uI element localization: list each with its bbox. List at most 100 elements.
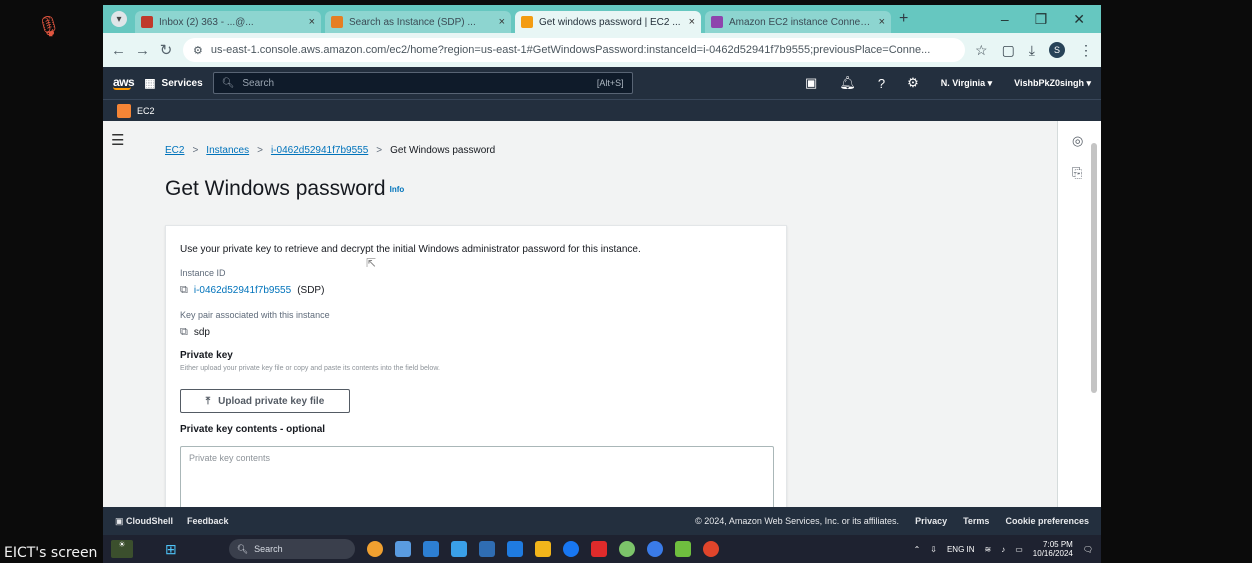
- reload-icon[interactable]: ↻: [159, 41, 173, 59]
- notifications-bell-icon[interactable]: 🔔︎: [839, 75, 856, 91]
- close-icon[interactable]: ×: [879, 16, 885, 28]
- notification-icon[interactable]: 🗨︎: [1083, 545, 1093, 554]
- chevron-right-icon: >: [257, 145, 263, 156]
- close-window-icon[interactable]: ✕: [1073, 11, 1085, 28]
- weather-widget[interactable]: ☀: [111, 540, 133, 558]
- copy-icon[interactable]: ⧉: [180, 326, 188, 339]
- tab-inbox[interactable]: Inbox (2) 363 - ...@... ×: [135, 11, 321, 33]
- aws-search-input[interactable]: 🔍︎ Search [Alt+S]: [212, 72, 633, 94]
- tab-strip: ▾ Inbox (2) 363 - ...@... × Search as In…: [103, 5, 1101, 33]
- language-indicator[interactable]: ENG IN: [947, 545, 975, 554]
- key-pair-value: ⧉ sdp: [180, 326, 210, 339]
- copy-icon[interactable]: ⧉: [180, 284, 188, 297]
- browser-window: ▾ Inbox (2) 363 - ...@... × Search as In…: [103, 5, 1101, 535]
- breadcrumb-current: Get Windows password: [390, 145, 496, 156]
- cloudshell-icon[interactable]: ▣: [805, 75, 817, 91]
- url-input[interactable]: ⚙ us-east-1.console.aws.amazon.com/ec2/h…: [183, 38, 965, 62]
- private-key-label: Private key: [180, 350, 233, 361]
- privacy-link[interactable]: Privacy: [915, 516, 947, 526]
- cloudshell-button[interactable]: ▣ CloudShell: [115, 516, 173, 527]
- aws-icon: [521, 16, 533, 28]
- windows-start-icon[interactable]: ⊞: [165, 541, 177, 558]
- volume-icon[interactable]: ♪: [1001, 545, 1005, 554]
- help-icon[interactable]: ?: [878, 76, 885, 91]
- tab-ec2-instance-connect[interactable]: Amazon EC2 instance Connec... ×: [705, 11, 891, 33]
- system-tray: ⌃ ⇩ ENG IN ≋ ♪ ▭ 7:05 PM 10/16/2024 🗨︎: [914, 540, 1093, 558]
- close-icon[interactable]: ×: [689, 16, 695, 28]
- taskbar-search[interactable]: 🔍︎ Search: [228, 539, 355, 559]
- site-info-icon[interactable]: ⚙: [193, 44, 203, 57]
- account-menu[interactable]: VishbPkZ0singh ▾: [1014, 78, 1091, 89]
- taskbar-app-icon[interactable]: [366, 541, 383, 557]
- bookmark-star-icon[interactable]: ☆: [975, 42, 988, 59]
- browser-more-icon[interactable]: ⋮: [1079, 42, 1093, 59]
- drive-icon[interactable]: ⇩: [930, 545, 937, 554]
- gmail-icon: [141, 16, 153, 28]
- wifi-icon[interactable]: ≋: [985, 545, 992, 554]
- upload-icon: ⤒: [205, 395, 211, 407]
- taskbar-app-icon[interactable]: [674, 541, 691, 557]
- aws-icon: [331, 16, 343, 28]
- aws-logo[interactable]: aws: [113, 76, 135, 90]
- key-pair-label: Key pair associated with this instance: [180, 310, 330, 320]
- breadcrumb-instance-id[interactable]: i-0462d52941f7b9555: [271, 145, 368, 156]
- upload-private-key-button[interactable]: ⤒ Upload private key file: [180, 389, 350, 413]
- chrome-icon[interactable]: [618, 541, 635, 557]
- taskbar-app-icon[interactable]: [478, 541, 495, 557]
- profile-avatar[interactable]: S: [1049, 42, 1065, 58]
- info-panel-icon[interactable]: ◎: [1072, 133, 1083, 149]
- info-link[interactable]: Info: [390, 185, 405, 194]
- forward-icon[interactable]: →: [135, 42, 150, 59]
- browser-menu-icon[interactable]: ▾: [111, 11, 127, 27]
- battery-icon[interactable]: ▭: [1015, 545, 1023, 554]
- taskbar-app-icon[interactable]: [506, 541, 523, 557]
- minimize-icon[interactable]: –: [1001, 11, 1009, 28]
- back-icon[interactable]: ←: [111, 42, 126, 59]
- service-shortcut-ec2[interactable]: EC2: [137, 106, 155, 116]
- services-menu[interactable]: ▦ Services: [144, 76, 203, 90]
- private-key-hint: Either upload your private key file or c…: [180, 365, 440, 372]
- ec2-service-icon[interactable]: [117, 103, 131, 118]
- clock[interactable]: 7:05 PM 10/16/2024: [1033, 540, 1073, 558]
- terms-link[interactable]: Terms: [963, 516, 989, 526]
- notes-icon[interactable]: ⎘: [1072, 165, 1082, 181]
- taskbar-mail-icon[interactable]: [450, 541, 467, 557]
- taskbar-app-icon[interactable]: [702, 541, 719, 557]
- breadcrumb-instances[interactable]: Instances: [206, 145, 249, 156]
- windows-taskbar: ☀ ⊞ 🔍︎ Search ⌃ ⇩ ENG IN ≋ ♪ ▭ 7:05 PM 1…: [103, 535, 1101, 563]
- file-explorer-icon[interactable]: [534, 541, 551, 557]
- private-key-contents-label: Private key contents - optional: [180, 424, 326, 435]
- search-icon: 🔍︎: [221, 77, 235, 89]
- hamburger-menu-icon[interactable]: ☰: [111, 131, 124, 149]
- chevron-right-icon: >: [192, 145, 199, 156]
- settings-gear-icon[interactable]: ⚙: [907, 75, 919, 91]
- close-icon[interactable]: ×: [499, 16, 505, 28]
- tab-search-instance[interactable]: Search as Instance (SDP) ... ×: [325, 11, 511, 33]
- youtube-icon[interactable]: [590, 541, 607, 557]
- right-rail: ◎ ⎘: [1057, 121, 1101, 507]
- mouse-cursor-icon: ⇱: [366, 256, 377, 270]
- cloudshell-icon: ▣: [115, 515, 124, 526]
- feedback-link[interactable]: Feedback: [187, 516, 229, 526]
- download-icon[interactable]: ⤓: [1029, 42, 1035, 59]
- private-key-contents-input[interactable]: Private key contents: [180, 446, 774, 516]
- address-bar-row: ← → ↻ ⚙ us-east-1.console.aws.amazon.com…: [103, 33, 1101, 67]
- cookie-preferences-link[interactable]: Cookie preferences: [1005, 516, 1089, 526]
- close-icon[interactable]: ×: [309, 16, 315, 28]
- taskbar-app-icon[interactable]: [422, 541, 439, 557]
- instance-id-link[interactable]: i-0462d52941f7b9555: [194, 285, 291, 296]
- maximize-icon[interactable]: ❐: [1035, 11, 1048, 28]
- taskbar-app-icon[interactable]: [646, 541, 663, 557]
- chevron-right-icon: >: [376, 145, 383, 156]
- tab-get-windows-password[interactable]: Get windows password | EC2 ... ×: [515, 11, 701, 33]
- region-selector[interactable]: N. Virginia ▾: [941, 78, 992, 89]
- chevron-up-icon[interactable]: ⌃: [914, 545, 921, 554]
- scrollbar[interactable]: [1091, 143, 1097, 393]
- facebook-icon[interactable]: [562, 541, 579, 557]
- extensions-icon[interactable]: ▢: [1002, 42, 1015, 59]
- aws-top-nav: aws ▦ Services 🔍︎ Search [Alt+S] ▣ 🔔︎ ? …: [103, 67, 1101, 99]
- taskbar-app-icon[interactable]: [394, 541, 411, 557]
- search-icon: 🔍︎: [236, 543, 249, 554]
- breadcrumb-ec2[interactable]: EC2: [165, 145, 184, 156]
- new-tab-button[interactable]: +: [899, 10, 908, 28]
